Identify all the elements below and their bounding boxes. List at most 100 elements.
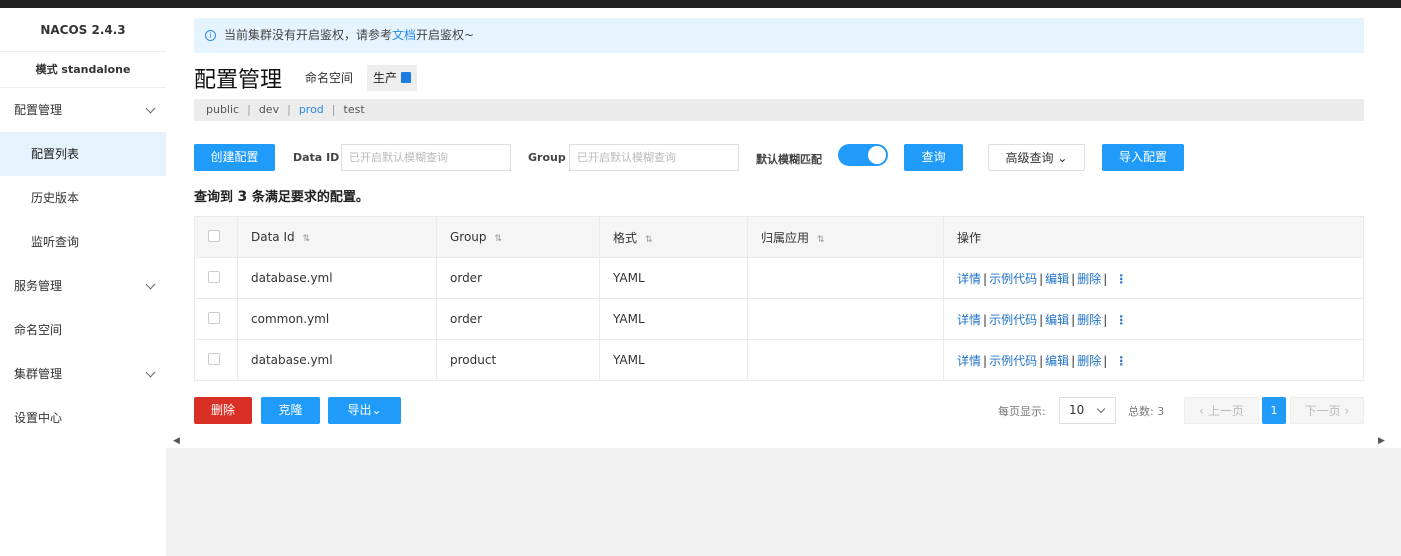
sort-icon[interactable]: ⇅ — [495, 234, 503, 244]
more-icon[interactable]: ⋮ — [1115, 354, 1127, 368]
sidebar-group-label: 配置管理 — [14, 103, 63, 117]
sidebar-group-service[interactable]: 服务管理 — [0, 264, 166, 308]
column-header-app[interactable]: 归属应用 ⇅ — [747, 216, 944, 258]
action-separator: | — [983, 271, 988, 286]
page-size-select[interactable]: 10 — [1059, 397, 1116, 424]
detail-link[interactable]: 详情 — [957, 272, 981, 286]
row-select-cell — [194, 257, 238, 299]
edit-link[interactable]: 编辑 — [1045, 354, 1069, 368]
cell-format: YAML — [599, 257, 748, 299]
cell-app — [747, 339, 944, 381]
namespace-tab-test[interactable]: test — [344, 103, 365, 116]
cell-actions: 详情 | 示例代码 | 编辑 | 删除 | ⋮ — [943, 339, 1364, 381]
cell-app — [747, 257, 944, 299]
sidebar-item-history[interactable]: 历史版本 — [0, 176, 166, 220]
cell-app — [747, 298, 944, 340]
column-header-format[interactable]: 格式 ⇅ — [599, 216, 748, 258]
column-label: 格式 — [613, 230, 638, 245]
next-page-button[interactable]: 下一页 › — [1290, 397, 1364, 424]
chevron-right-icon: › — [1344, 404, 1350, 418]
namespace-tab-dev[interactable]: dev — [259, 103, 279, 116]
clone-button[interactable]: 克隆 — [261, 397, 320, 424]
dataid-input[interactable]: 已开启默认模糊查询 — [341, 144, 511, 171]
sidebar-group-namespace[interactable]: 命名空间 — [0, 308, 166, 352]
top-bar — [0, 0, 1401, 8]
action-separator: | — [1103, 312, 1108, 327]
toggle-knob — [868, 146, 886, 164]
select-all-checkbox[interactable] — [208, 229, 220, 242]
fuzzy-match-toggle[interactable] — [838, 144, 888, 166]
advanced-query-button[interactable]: 高级查询 ⌄ — [988, 144, 1085, 171]
import-config-button[interactable]: 导入配置 — [1102, 144, 1184, 171]
more-icon[interactable]: ⋮ — [1115, 313, 1127, 327]
cell-dataid: common.yml — [237, 298, 437, 340]
mode-label: 模式 standalone — [0, 52, 166, 88]
edit-link[interactable]: 编辑 — [1045, 313, 1069, 327]
auth-warning-banner: i 当前集群没有开启鉴权，请参考文档开启鉴权~ — [194, 18, 1364, 53]
sidebar-group-config[interactable]: 配置管理 — [0, 88, 166, 132]
cell-group: order — [436, 257, 600, 299]
delete-link[interactable]: 删除 — [1077, 354, 1101, 368]
chevron-down-icon — [145, 103, 156, 114]
current-page[interactable]: 1 — [1262, 397, 1286, 424]
action-separator: | — [1071, 271, 1076, 286]
column-header-dataid[interactable]: Data Id ⇅ — [237, 216, 437, 258]
query-button[interactable]: 查询 — [904, 144, 963, 171]
action-separator: | — [983, 353, 988, 368]
sample-code-link[interactable]: 示例代码 — [989, 313, 1037, 327]
namespace-tabs: public | dev | prod | test — [194, 99, 1364, 121]
sort-icon[interactable]: ⇅ — [303, 234, 311, 244]
current-namespace: 生产 — [373, 71, 398, 85]
sample-code-link[interactable]: 示例代码 — [989, 272, 1037, 286]
create-config-button[interactable]: 创建配置 — [194, 144, 275, 171]
sidebar-group-settings[interactable]: 设置中心 — [0, 396, 166, 440]
action-separator: | — [1071, 312, 1076, 327]
namespace-separator: | — [247, 103, 251, 116]
chevron-down-icon: ⌄ — [371, 403, 382, 417]
row-select-cell — [194, 298, 238, 340]
cell-group: product — [436, 339, 600, 381]
column-label: Data Id — [251, 230, 295, 244]
cell-actions: 详情 | 示例代码 | 编辑 | 删除 | ⋮ — [943, 257, 1364, 299]
sidebar-item-config-list[interactable]: 配置列表 — [0, 132, 166, 176]
cell-group: order — [436, 298, 600, 340]
delete-link[interactable]: 删除 — [1077, 272, 1101, 286]
more-icon[interactable]: ⋮ — [1115, 272, 1127, 286]
prev-page-button[interactable]: ‹ 上一页 — [1184, 397, 1259, 424]
result-suffix: 条满足要求的配置。 — [251, 190, 369, 205]
sidebar-group-cluster[interactable]: 集群管理 — [0, 352, 166, 396]
detail-link[interactable]: 详情 — [957, 354, 981, 368]
sample-code-link[interactable]: 示例代码 — [989, 354, 1037, 368]
result-summary: 查询到 3 条满足要求的配置。 — [194, 186, 369, 205]
export-button[interactable]: 导出⌄ — [328, 397, 401, 424]
group-input[interactable]: 已开启默认模糊查询 — [569, 144, 739, 171]
sort-icon[interactable]: ⇅ — [817, 235, 825, 245]
row-checkbox[interactable] — [208, 270, 220, 283]
advanced-query-label: 高级查询 — [1005, 151, 1054, 165]
copy-icon[interactable] — [401, 72, 412, 83]
chevron-left-icon: ‹ — [1199, 404, 1204, 418]
column-header-group[interactable]: Group ⇅ — [436, 216, 600, 258]
detail-link[interactable]: 详情 — [957, 313, 981, 327]
sidebar: NACOS 2.4.3 模式 standalone 配置管理 配置列表 历史版本… — [0, 8, 166, 556]
column-header-actions: 操作 — [943, 216, 1364, 258]
table-header-row: Data Id ⇅ Group ⇅ 格式 ⇅ 归属应用 ⇅ 操作 — [194, 216, 1364, 258]
delete-link[interactable]: 删除 — [1077, 313, 1101, 327]
table-row: database.yml order YAML 详情 | 示例代码 | 编辑 | 删除 | ⋮ — [194, 257, 1364, 299]
batch-delete-button[interactable]: 删除 — [194, 397, 252, 424]
config-table: Data Id ⇅ Group ⇅ 格式 ⇅ 归属应用 ⇅ 操作 database.ym… — [194, 216, 1364, 381]
result-prefix: 查询到 — [194, 190, 234, 205]
app-title: NACOS 2.4.3 — [0, 8, 166, 52]
sidebar-item-listener[interactable]: 监听查询 — [0, 220, 166, 264]
scroll-left-icon[interactable]: ◀ — [173, 436, 180, 446]
docs-link[interactable]: 文档 — [392, 28, 416, 42]
sidebar-group-label: 设置中心 — [14, 411, 63, 425]
scroll-right-icon[interactable]: ▶ — [1378, 436, 1385, 446]
namespace-tab-prod[interactable]: prod — [299, 103, 324, 116]
namespace-tab-public[interactable]: public — [206, 103, 239, 116]
edit-link[interactable]: 编辑 — [1045, 272, 1069, 286]
sort-icon[interactable]: ⇅ — [645, 235, 653, 245]
row-checkbox[interactable] — [208, 352, 220, 365]
select-all-cell — [194, 216, 238, 258]
row-checkbox[interactable] — [208, 311, 220, 324]
